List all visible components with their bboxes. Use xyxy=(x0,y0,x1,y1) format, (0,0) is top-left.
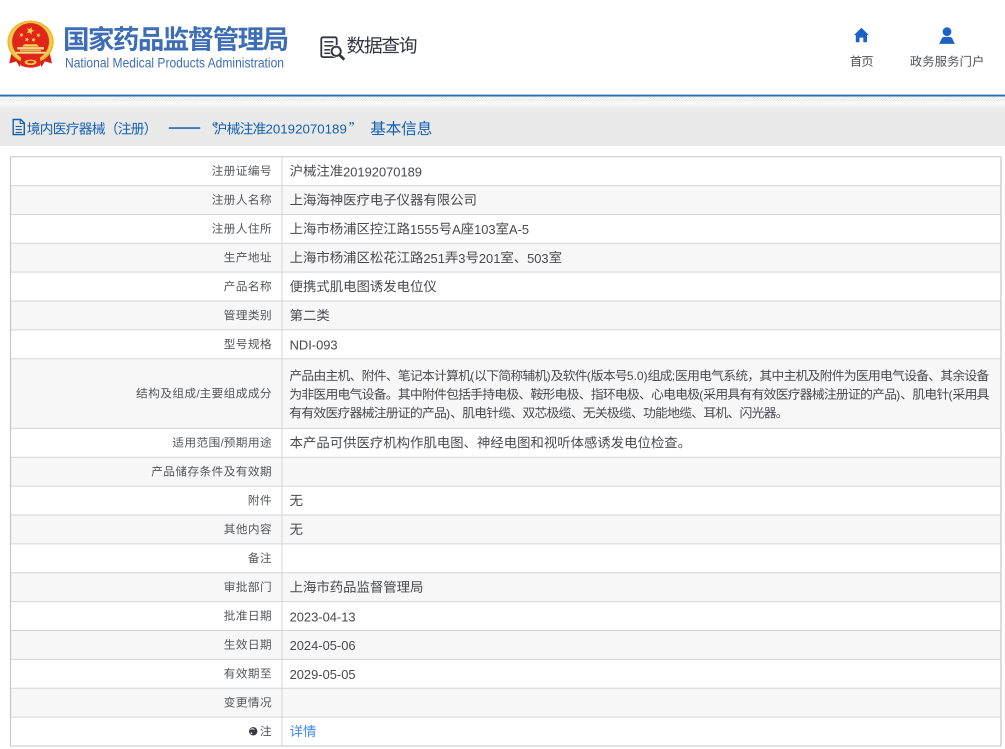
svg-text:2023-04-13: 2023-04-13 xyxy=(290,609,356,624)
svg-text:(: ( xyxy=(699,388,703,402)
svg-text:): ) xyxy=(547,369,551,383)
svg-text:(: ( xyxy=(470,369,474,383)
svg-text:1555: 1555 xyxy=(410,222,439,237)
svg-text:(: ( xyxy=(587,369,591,383)
svg-text:(: ( xyxy=(949,388,953,402)
svg-text:103: 103 xyxy=(474,222,496,237)
svg-text:20192070189: 20192070189 xyxy=(343,164,422,179)
svg-text:201: 201 xyxy=(479,251,501,266)
svg-text:): ) xyxy=(896,388,900,402)
svg-text:2029-05-05: 2029-05-05 xyxy=(290,667,356,682)
svg-text:National Medical Products Admi: National Medical Products Administration xyxy=(65,55,284,71)
svg-text:A: A xyxy=(452,222,461,237)
svg-text:5.0): 5.0) xyxy=(627,369,648,383)
svg-text:): ) xyxy=(446,406,450,420)
svg-text:NDI-093: NDI-093 xyxy=(290,338,338,353)
svg-text:;: ; xyxy=(672,369,675,383)
svg-text:2024-05-06: 2024-05-06 xyxy=(290,638,356,653)
svg-text:503: 503 xyxy=(527,251,549,266)
svg-text:3: 3 xyxy=(458,251,465,266)
svg-text:20192070189: 20192070189 xyxy=(266,122,347,137)
svg-text:251: 251 xyxy=(423,251,445,266)
svg-text:A-5: A-5 xyxy=(509,222,529,237)
